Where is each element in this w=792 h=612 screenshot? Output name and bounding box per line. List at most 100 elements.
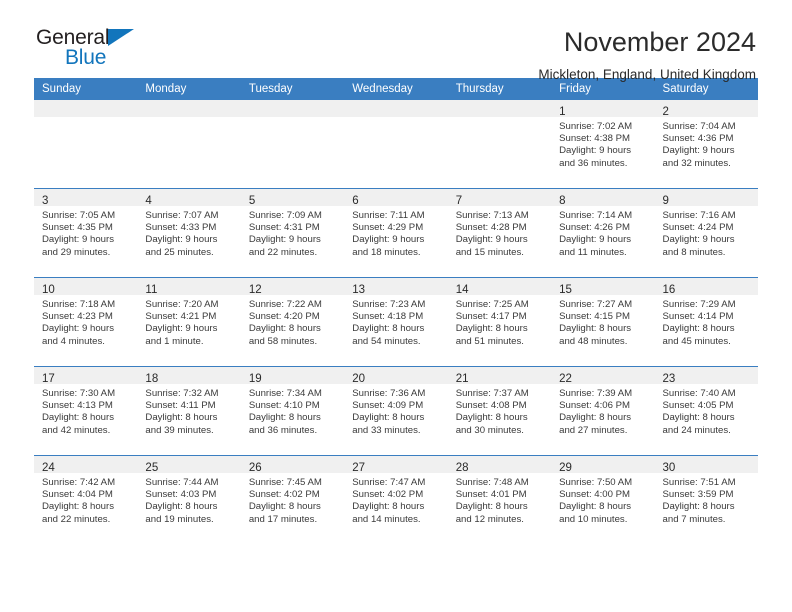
- day-number-band: 26: [240, 456, 345, 474]
- day-number: 3: [42, 195, 49, 207]
- day-number-band: 7: [447, 189, 552, 207]
- day-number-band: 15: [551, 278, 655, 296]
- sunrise-text: Sunrise: 7:32 AM: [145, 388, 219, 399]
- calendar-day-cell[interactable]: 1 Sunrise: 7:02 AM Sunset: 4:38 PM Daylight…: [551, 100, 655, 189]
- day-number: 12: [248, 284, 262, 296]
- day-details: Sunrise: 7:42 AM Sunset: 4:04 PM Daylight:…: [34, 473, 137, 526]
- calendar-body: 1 Sunrise: 7:02 AM Sunset: 4:38 PM Daylight…: [34, 100, 758, 544]
- calendar-day-cell[interactable]: 17 Sunrise: 7:30 AM Sunset: 4:13 PM Dayligh…: [34, 366, 138, 456]
- daylight-text: Daylight: 8 hours: [352, 501, 425, 513]
- daylight-text: and 30 minutes.: [455, 424, 524, 436]
- calendar-day-cell[interactable]: 20 Sunrise: 7:36 AM Sunset: 4:09 PM Dayligh…: [344, 366, 448, 456]
- daylight-text: and 11 minutes.: [559, 246, 627, 258]
- calendar-day-cell[interactable]: 18 Sunrise: 7:32 AM Sunset: 4:11 PM Dayligh…: [137, 366, 241, 456]
- calendar-day-cell[interactable]: 3 Sunrise: 7:05 AM Sunset: 4:35 PM Daylight…: [34, 188, 138, 278]
- calendar-day-cell[interactable]: 24 Sunrise: 7:42 AM Sunset: 4:04 PM Dayligh…: [34, 455, 138, 544]
- daylight-text: and 29 minutes.: [42, 246, 111, 258]
- day-number: 19: [248, 373, 262, 385]
- day-details: Sunrise: 7:37 AM Sunset: 4:08 PM Daylight:…: [448, 384, 551, 437]
- calendar-day-cell[interactable]: 2 Sunrise: 7:04 AM Sunset: 4:36 PM Daylight…: [654, 100, 758, 189]
- daylight-text: Daylight: 8 hours: [248, 501, 321, 513]
- calendar-day-cell[interactable]: 6 Sunrise: 7:11 AM Sunset: 4:29 PM Daylight…: [344, 188, 448, 278]
- sunset-text: Sunset: 4:36 PM: [662, 133, 734, 145]
- day-number: 17: [42, 373, 55, 385]
- sunrise-text: Sunrise: 7:45 AM: [248, 477, 322, 488]
- daylight-text: Daylight: 8 hours: [42, 501, 114, 513]
- calendar-day-cell[interactable]: 16 Sunrise: 7:29 AM Sunset: 4:14 PM Dayligh…: [654, 277, 758, 367]
- daylight-text: Daylight: 9 hours: [145, 234, 218, 246]
- daylight-text: and 33 minutes.: [352, 424, 421, 436]
- day-number: 2: [662, 106, 669, 118]
- daylight-text: and 1 minute.: [145, 335, 204, 347]
- day-number: 5: [248, 195, 256, 207]
- calendar-day-cell[interactable]: 21 Sunrise: 7:37 AM Sunset: 4:08 PM Dayligh…: [447, 366, 552, 456]
- title-block: November 2024 Mickleton, England, United…: [538, 26, 758, 85]
- sunset-text: Sunset: 4:23 PM: [42, 311, 113, 323]
- calendar-day-cell[interactable]: 5 Sunrise: 7:09 AM Sunset: 4:31 PM Daylight…: [240, 188, 345, 278]
- daylight-text: and 27 minutes.: [559, 424, 628, 436]
- day-number: 23: [662, 373, 676, 385]
- day-number-band: [240, 100, 345, 117]
- sunset-text: Sunset: 4:10 PM: [248, 400, 320, 412]
- day-number-band: 21: [447, 367, 552, 385]
- day-number-band: 12: [240, 278, 345, 296]
- calendar-day-cell[interactable]: 13 Sunrise: 7:23 AM Sunset: 4:18 PM Dayligh…: [344, 277, 448, 367]
- daylight-text: and 25 minutes.: [145, 246, 214, 258]
- day-number: 18: [145, 373, 159, 385]
- day-number: 24: [42, 462, 55, 474]
- calendar-day-cell[interactable]: 12 Sunrise: 7:22 AM Sunset: 4:20 PM Dayligh…: [240, 277, 345, 367]
- calendar-day-cell-empty: [344, 100, 448, 189]
- sunset-text: Sunset: 4:14 PM: [662, 311, 734, 323]
- calendar-day-cell[interactable]: 30 Sunrise: 7:51 AM Sunset: 3:59 PM Dayligh…: [654, 455, 758, 544]
- calendar-day-cell-empty: [447, 100, 552, 189]
- sunrise-text: Sunrise: 7:47 AM: [352, 477, 426, 488]
- day-number: 20: [352, 373, 366, 385]
- sunset-text: Sunset: 4:03 PM: [145, 489, 217, 501]
- day-number-band: 3: [34, 189, 138, 207]
- day-number-band: [34, 100, 138, 117]
- daylight-text: and 58 minutes.: [248, 335, 318, 347]
- calendar-day-cell[interactable]: 10 Sunrise: 7:18 AM Sunset: 4:23 PM Dayligh…: [34, 277, 138, 367]
- calendar-day-cell[interactable]: 8 Sunrise: 7:14 AM Sunset: 4:26 PM Daylight…: [551, 188, 655, 278]
- calendar-day-cell[interactable]: 14 Sunrise: 7:25 AM Sunset: 4:17 PM Dayligh…: [447, 277, 552, 367]
- day-details: [34, 117, 137, 121]
- page-title: November 2024: [563, 27, 756, 57]
- day-number: 11: [145, 284, 158, 296]
- calendar-day-cell[interactable]: 19 Sunrise: 7:34 AM Sunset: 4:10 PM Dayligh…: [240, 366, 345, 456]
- calendar-day-cell[interactable]: 11 Sunrise: 7:20 AM Sunset: 4:21 PM Dayligh…: [137, 277, 241, 367]
- day-number-band: 27: [344, 456, 448, 474]
- sunrise-text: Sunrise: 7:36 AM: [352, 388, 426, 399]
- calendar-day-cell[interactable]: 26 Sunrise: 7:45 AM Sunset: 4:02 PM Dayligh…: [240, 455, 345, 544]
- weekday-header-monday: Monday: [137, 78, 241, 100]
- day-number-band: 11: [137, 278, 241, 296]
- sunrise-text: Sunrise: 7:30 AM: [42, 388, 116, 399]
- calendar-day-cell[interactable]: 23 Sunrise: 7:40 AM Sunset: 4:05 PM Dayligh…: [654, 366, 758, 456]
- calendar-day-cell[interactable]: 27 Sunrise: 7:47 AM Sunset: 4:02 PM Dayligh…: [344, 455, 448, 544]
- sunrise-text: Sunrise: 7:40 AM: [662, 388, 736, 399]
- sunset-text: Sunset: 3:59 PM: [662, 489, 734, 501]
- daylight-text: Daylight: 8 hours: [662, 501, 735, 513]
- day-details: Sunrise: 7:22 AM Sunset: 4:20 PM Daylight:…: [241, 295, 344, 348]
- sunset-text: Sunset: 4:13 PM: [42, 400, 113, 412]
- calendar-day-cell[interactable]: 15 Sunrise: 7:27 AM Sunset: 4:15 PM Dayligh…: [551, 277, 655, 367]
- daylight-text: Daylight: 8 hours: [559, 501, 632, 513]
- daylight-text: and 39 minutes.: [145, 424, 214, 436]
- daylight-text: and 45 minutes.: [662, 335, 731, 347]
- day-details: Sunrise: 7:09 AM Sunset: 4:31 PM Daylight:…: [241, 206, 344, 259]
- calendar-day-cell[interactable]: 29 Sunrise: 7:50 AM Sunset: 4:00 PM Dayligh…: [551, 455, 655, 544]
- day-number: 1: [559, 106, 566, 118]
- sunset-text: Sunset: 4:26 PM: [559, 222, 631, 234]
- sunset-text: Sunset: 4:02 PM: [352, 489, 424, 501]
- calendar-day-cell-empty: [240, 100, 345, 189]
- daylight-text: Daylight: 8 hours: [455, 412, 528, 424]
- sunset-text: Sunset: 4:20 PM: [248, 311, 320, 323]
- calendar-day-cell[interactable]: 9 Sunrise: 7:16 AM Sunset: 4:24 PM Daylight…: [654, 188, 758, 278]
- calendar-day-cell[interactable]: 4 Sunrise: 7:07 AM Sunset: 4:33 PM Daylight…: [137, 188, 241, 278]
- calendar-day-cell[interactable]: 25 Sunrise: 7:44 AM Sunset: 4:03 PM Dayligh…: [137, 455, 241, 544]
- day-number-band: 9: [654, 189, 758, 207]
- day-number-band: 1: [551, 100, 655, 118]
- calendar-day-cell[interactable]: 7 Sunrise: 7:13 AM Sunset: 4:28 PM Daylight…: [447, 188, 552, 278]
- calendar-day-cell[interactable]: 22 Sunrise: 7:39 AM Sunset: 4:06 PM Dayligh…: [551, 366, 655, 456]
- calendar-day-cell[interactable]: 28 Sunrise: 7:48 AM Sunset: 4:01 PM Dayligh…: [447, 455, 552, 544]
- daylight-text: Daylight: 8 hours: [559, 323, 632, 335]
